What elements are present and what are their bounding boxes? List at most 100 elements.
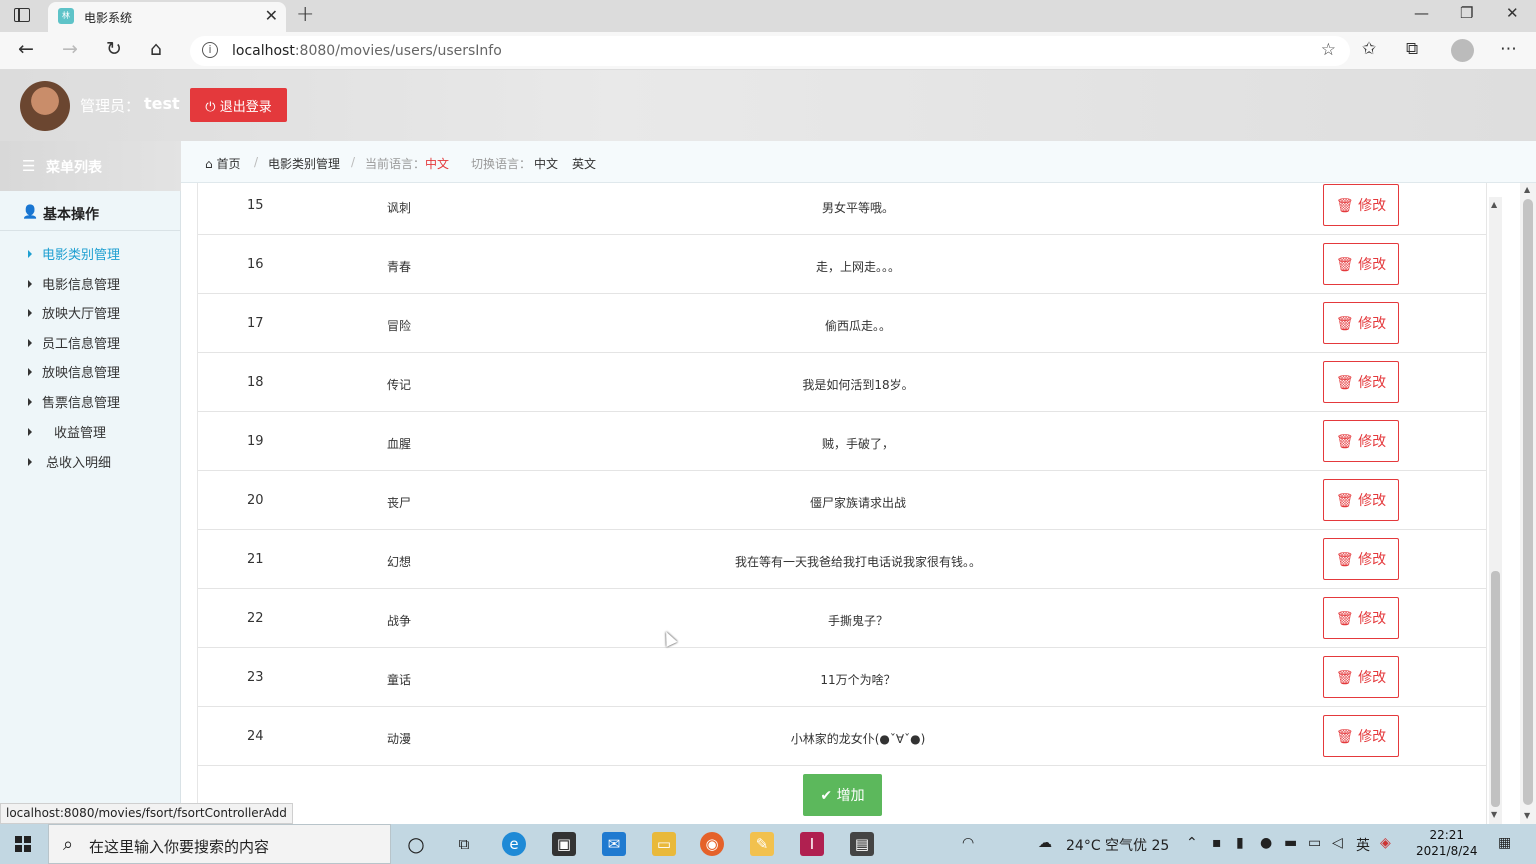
microphone-icon[interactable]: ▮	[1236, 835, 1244, 851]
breadcrumb-current: 电影类别管理	[268, 157, 341, 171]
category-table: 15 讽刺 男女平等哦。 🗑 修改 16 青春 走，上网走。。。 🗑 修改 17 冒险 偷西瓜走。。…	[197, 183, 1487, 824]
taskbar-clock[interactable]: 22:21 2021/8/24	[1416, 827, 1478, 859]
cell-description: 走，上网走。。。	[815, 260, 900, 274]
cell-name: 幻想	[387, 555, 412, 569]
section-basic-ops[interactable]: 👤 基本操作	[0, 193, 181, 231]
caret-right-icon	[28, 339, 32, 347]
trash-icon: 🗑	[1335, 316, 1359, 332]
tab-close-icon[interactable]: ✕	[265, 6, 278, 25]
edit-button[interactable]: 🗑 修改	[1323, 656, 1399, 698]
mail-icon[interactable]: ✉	[602, 832, 626, 856]
restore-icon[interactable]: ❐	[1460, 4, 1473, 22]
input-method-icon[interactable]: 英	[1356, 835, 1370, 855]
sidebar-item-category[interactable]: 电影类别管理	[28, 244, 120, 264]
trash-icon: 🗑	[1335, 552, 1359, 568]
wifi-icon[interactable]: ◠	[962, 835, 974, 851]
tray-app-icon[interactable]: ▪	[1212, 835, 1222, 851]
weather-text[interactable]: 24°C 空气优 25	[1066, 835, 1169, 855]
sidebar-item-hall[interactable]: 放映大厅管理	[28, 303, 120, 323]
scroll-up-icon[interactable]: ▲	[1491, 200, 1497, 209]
collections-icon[interactable]: ⧉	[1406, 39, 1418, 59]
page-scroll-down-icon[interactable]: ▼	[1524, 811, 1530, 820]
site-info-icon[interactable]: i	[202, 42, 218, 58]
notification-icon[interactable]: ▦	[1498, 835, 1511, 851]
network-icon[interactable]: ▭	[1308, 835, 1321, 851]
table-scrollbar[interactable]: ▲ ▼	[1489, 197, 1502, 824]
notes-app-icon[interactable]: ✎	[750, 832, 774, 856]
taskbar-search-box[interactable]: ⌕ 在这里输入你要搜索的内容	[48, 824, 391, 864]
cell-name: 青春	[387, 260, 412, 274]
favorites-icon[interactable]: ✩	[1362, 39, 1376, 59]
edit-button[interactable]: 🗑 修改	[1323, 361, 1399, 403]
edit-button[interactable]: 🗑 修改	[1323, 715, 1399, 757]
edit-button[interactable]: 🗑 修改	[1323, 597, 1399, 639]
app-header: 管理员： test ⏻ 退出登录	[0, 70, 1536, 141]
cell-description: 我是如何活到18岁。	[802, 378, 914, 392]
page-scroll-up-icon[interactable]: ▲	[1524, 185, 1530, 194]
current-language-value: 中文	[425, 157, 450, 171]
sidebar-item-staff[interactable]: 员工信息管理	[28, 333, 120, 353]
task-view-icon[interactable]: ⧉	[452, 832, 476, 856]
more-icon[interactable]: ⋯	[1500, 39, 1517, 59]
list-icon: ☰	[22, 157, 36, 175]
browser-tab[interactable]: 林 电影系统 ✕	[48, 2, 286, 32]
edit-button[interactable]: 🗑 修改	[1323, 538, 1399, 580]
store-icon[interactable]: ▣	[552, 832, 576, 856]
edit-button[interactable]: 🗑 修改	[1323, 184, 1399, 226]
lang-en-link[interactable]: 英文	[572, 155, 596, 172]
sidebar-item-screening[interactable]: 放映信息管理	[28, 362, 120, 382]
qq-icon[interactable]: ●	[1260, 835, 1272, 851]
caret-right-icon	[28, 458, 32, 466]
edit-button[interactable]: 🗑 修改	[1323, 243, 1399, 285]
ide-icon[interactable]: I	[800, 832, 824, 856]
page-scroll-thumb[interactable]	[1523, 199, 1533, 805]
tab-actions-icon[interactable]	[14, 8, 30, 22]
windows-start-icon[interactable]	[15, 836, 31, 852]
home-icon[interactable]: ⌂	[150, 38, 162, 60]
trash-icon: 🗑	[1335, 257, 1359, 273]
window-close-icon[interactable]: ✕	[1506, 4, 1519, 22]
edit-button[interactable]: 🗑 修改	[1323, 302, 1399, 344]
cell-description: 11万个为啥？	[820, 673, 896, 687]
cell-id: 23	[247, 670, 264, 685]
search-icon: ⌕	[63, 834, 74, 855]
reload-icon[interactable]: ↻	[106, 38, 122, 60]
lang-zh-link[interactable]: 中文	[534, 155, 558, 172]
forward-icon[interactable]: →	[62, 38, 78, 60]
trash-icon: 🗑	[1335, 611, 1359, 627]
cell-description: 男女平等哦。	[821, 201, 894, 215]
clock-time: 22:21	[1429, 828, 1465, 842]
trash-icon: 🗑	[1335, 434, 1359, 450]
tray-expand-icon[interactable]: ⌃	[1186, 835, 1198, 851]
edge-icon[interactable]: e	[502, 832, 526, 856]
logout-button[interactable]: ⏻ 退出登录	[190, 88, 287, 122]
weather-icon[interactable]: ☁	[1038, 835, 1052, 851]
battery-icon[interactable]: ▬	[1284, 835, 1297, 851]
sidebar-item-income-detail[interactable]: 总收入明细	[28, 452, 111, 472]
add-favorite-icon[interactable]: ☆	[1321, 40, 1336, 60]
new-tab-button[interactable]: +	[296, 2, 314, 27]
edit-button[interactable]: 🗑 修改	[1323, 420, 1399, 462]
terminal-icon[interactable]: ▤	[850, 832, 874, 856]
file-explorer-icon[interactable]: ▭	[652, 832, 676, 856]
table-scroll-thumb[interactable]	[1491, 571, 1500, 807]
security-icon[interactable]: ◈	[1380, 835, 1391, 851]
cortana-icon[interactable]: ○	[404, 832, 428, 856]
breadcrumb-home[interactable]: ⌂ 首页	[205, 155, 240, 172]
breadcrumb-separator: /	[254, 155, 259, 169]
edit-button[interactable]: 🗑 修改	[1323, 479, 1399, 521]
page-scrollbar[interactable]: ▲ ▼	[1520, 183, 1536, 824]
profile-avatar-icon[interactable]	[1451, 39, 1474, 62]
back-icon[interactable]: ←	[18, 38, 34, 60]
sidebar-item-tickets[interactable]: 售票信息管理	[28, 392, 120, 412]
cell-description: 手撕鬼子？	[827, 614, 888, 628]
sidebar-item-revenue[interactable]: 收益管理	[28, 422, 106, 442]
firefox-icon[interactable]: ◉	[700, 832, 724, 856]
address-url[interactable]: localhost:8080/movies/users/usersInfo	[232, 43, 502, 59]
minimize-icon[interactable]: —	[1414, 4, 1429, 22]
address-bar[interactable]: i localhost:8080/movies/users/usersInfo …	[190, 36, 1350, 66]
volume-icon[interactable]: ◁	[1332, 835, 1343, 851]
add-button[interactable]: ✔ 增加	[803, 774, 882, 816]
scroll-down-icon[interactable]: ▼	[1491, 810, 1497, 819]
sidebar-item-movie-info[interactable]: 电影信息管理	[28, 274, 120, 294]
